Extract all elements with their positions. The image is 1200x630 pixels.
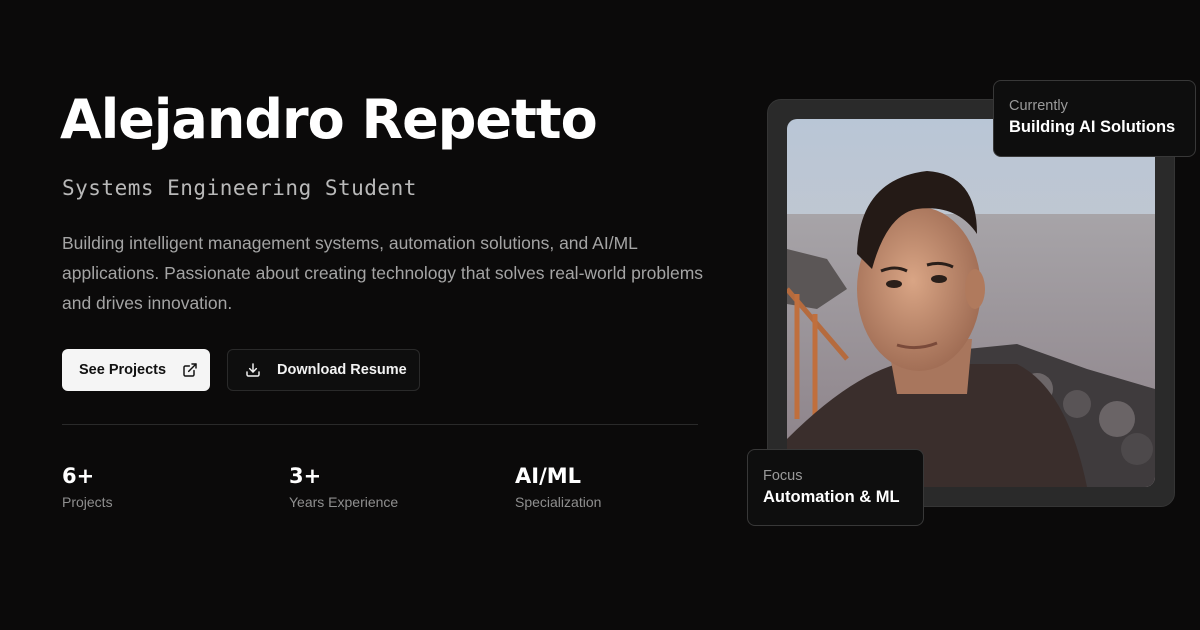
- hero-description: Building intelligent management systems,…: [62, 233, 704, 313]
- see-projects-label: See Projects: [79, 362, 167, 378]
- stat-label: Years Experience: [289, 494, 399, 510]
- stat-experience: 3+ Years Experience: [289, 464, 398, 510]
- focus-label: Focus: [763, 468, 803, 484]
- see-projects-button[interactable]: See Projects: [62, 349, 210, 391]
- focus-badge: Focus Automation & ML: [747, 449, 924, 526]
- download-icon: [245, 362, 261, 378]
- stat-projects: 6+ Projects: [62, 464, 113, 510]
- profile-photo: [787, 119, 1155, 487]
- download-resume-label: Download Resume: [277, 362, 407, 378]
- currently-badge: Currently Building AI Solutions: [993, 80, 1196, 157]
- stat-value: AI/ML: [515, 464, 582, 488]
- stat-label: Projects: [62, 494, 113, 510]
- external-link-icon: [182, 362, 198, 378]
- divider: [62, 424, 698, 425]
- stat-value: 6+: [62, 464, 95, 488]
- currently-value: Building AI Solutions: [1009, 118, 1176, 136]
- stat-value: 3+: [289, 464, 322, 488]
- currently-label: Currently: [1009, 98, 1068, 114]
- download-resume-button[interactable]: Download Resume: [227, 349, 420, 391]
- stat-label: Specialization: [515, 494, 602, 510]
- hero-name: Alejandro Repetto: [60, 88, 598, 151]
- hero-role: Systems Engineering Student: [62, 176, 417, 200]
- focus-value: Automation & ML: [763, 488, 900, 506]
- stat-specialization: AI/ML Specialization: [515, 464, 601, 510]
